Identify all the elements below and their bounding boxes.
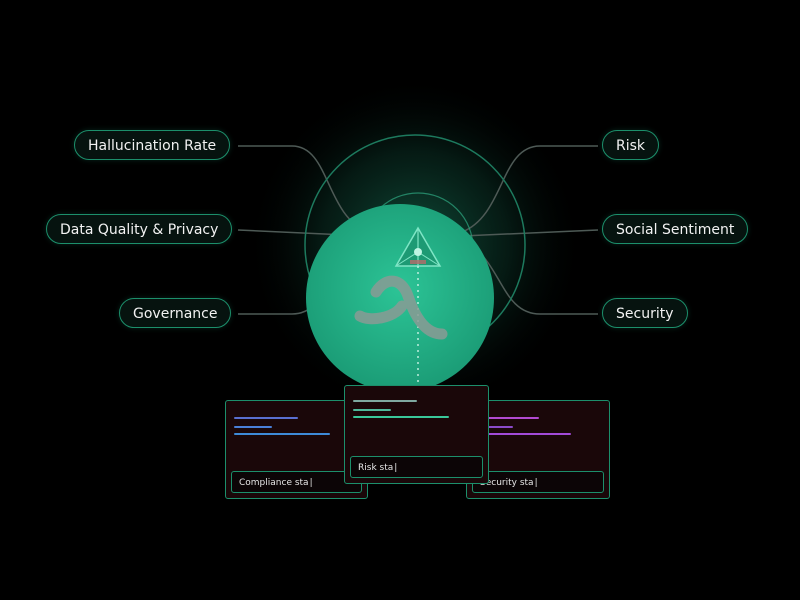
- card-line: [353, 409, 391, 411]
- card-risk: Risk sta: [344, 385, 489, 484]
- metric-pill-security[interactable]: Security: [602, 298, 688, 328]
- card-line: [234, 426, 272, 428]
- main-orb: [306, 204, 494, 392]
- metric-label: Governance: [133, 306, 218, 322]
- metric-label: Social Sentiment: [616, 222, 735, 238]
- metric-label: Hallucination Rate: [88, 138, 217, 154]
- metric-label: Risk: [616, 138, 646, 154]
- metric-pill-social-sentiment[interactable]: Social Sentiment: [602, 214, 749, 244]
- metric-pill-data-quality-privacy[interactable]: Data Quality & Privacy: [46, 214, 233, 244]
- card-line: [475, 433, 571, 435]
- card-line: [234, 417, 298, 419]
- card-input-security[interactable]: Security sta: [472, 471, 604, 493]
- card-line: [353, 400, 417, 402]
- metric-label: Data Quality & Privacy: [60, 222, 219, 238]
- metric-pill-risk[interactable]: Risk: [602, 130, 660, 160]
- card-line: [353, 416, 449, 418]
- card-input-risk[interactable]: Risk sta: [350, 456, 483, 478]
- card-line: [234, 433, 330, 435]
- diagram-stage: Hallucination Rate Data Quality & Privac…: [0, 0, 800, 600]
- card-input-compliance[interactable]: Compliance sta: [231, 471, 362, 493]
- metric-label: Security: [616, 306, 674, 322]
- metric-pill-governance[interactable]: Governance: [119, 298, 232, 328]
- metric-pill-hallucination-rate[interactable]: Hallucination Rate: [74, 130, 231, 160]
